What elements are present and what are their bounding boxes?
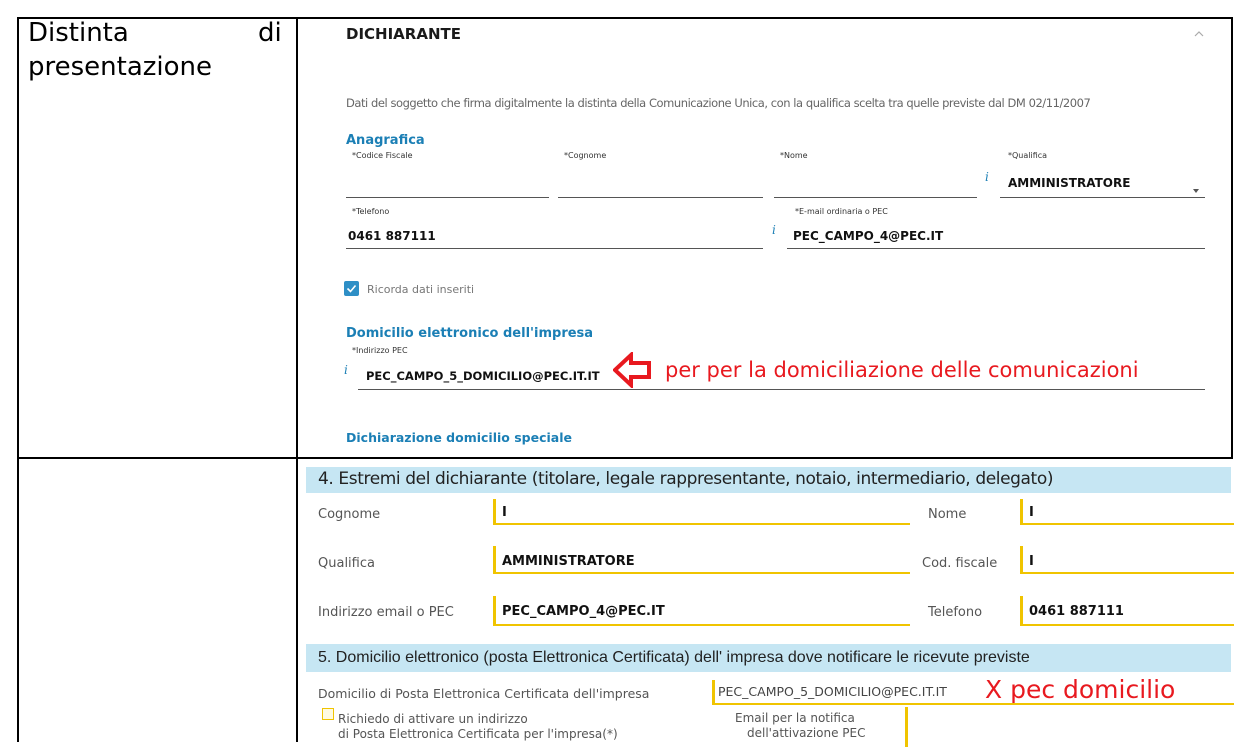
table-border-mid xyxy=(296,17,298,742)
cognome-label: *Cognome xyxy=(564,151,607,160)
annotation-x-pec: X pec domicilio xyxy=(985,675,1176,704)
check-icon xyxy=(346,284,357,293)
richiedo-label-2: di Posta Elettronica Certificata per l'i… xyxy=(338,727,618,741)
table-border-left xyxy=(17,17,19,742)
telefono-label: *Telefono xyxy=(352,207,390,216)
email-label: *E-mail ordinaria o PEC xyxy=(795,207,888,216)
richiedo-label-1: Richiedo di attivare un indirizzo xyxy=(338,712,528,726)
info-icon: i xyxy=(772,223,776,237)
panel-description: Dati del soggetto che firma digitalmente… xyxy=(346,96,1091,110)
nome-label: *Nome xyxy=(780,151,808,160)
codfiscale-form-label: Cod. fiscale xyxy=(922,556,998,571)
ricorda-label: Ricorda dati inseriti xyxy=(367,283,475,296)
notifica-form-field[interactable] xyxy=(905,707,1234,747)
table-row-divider xyxy=(17,457,1233,459)
dropdown-caret-icon[interactable] xyxy=(1192,181,1200,193)
email-form-value: PEC_CAMPO_4@PEC.IT xyxy=(502,604,665,619)
cognome-form-value: I xyxy=(502,505,507,520)
richiedo-checkbox[interactable] xyxy=(322,708,334,720)
notifica-label-2: dell'attivazione PEC xyxy=(747,726,866,740)
left-label-presentazione: presentazione xyxy=(28,52,213,82)
telefono-field xyxy=(346,248,763,249)
anagrafica-heading: Anagrafica xyxy=(346,133,425,148)
codice-fiscale-label: *Codice Fiscale xyxy=(352,151,413,160)
email-value[interactable]: PEC_CAMPO_4@PEC.IT xyxy=(793,229,943,243)
domicilio-form-label: Domicilio di Posta Elettronica Certifica… xyxy=(318,686,650,701)
left-label-distinta: Distinta xyxy=(28,18,129,48)
telefono-value[interactable]: 0461 887111 xyxy=(348,229,436,243)
email-field xyxy=(787,248,1205,249)
cognome-form-label: Cognome xyxy=(318,507,381,522)
arrow-left-icon xyxy=(612,350,653,390)
ricorda-checkbox[interactable] xyxy=(344,281,359,296)
telefono-form-label: Telefono xyxy=(928,605,983,620)
nome-field[interactable] xyxy=(774,197,977,198)
telefono-form-value: 0461 887111 xyxy=(1029,604,1124,619)
qualifica-form-label: Qualifica xyxy=(318,556,375,571)
info-icon: i xyxy=(344,363,348,377)
qualifica-select[interactable]: AMMINISTRATORE xyxy=(1008,176,1130,190)
left-label-di: di xyxy=(258,18,282,48)
email-form-label: Indirizzo email o PEC xyxy=(318,605,454,620)
panel-title: DICHIARANTE xyxy=(346,25,461,43)
qualifica-underline xyxy=(1000,197,1205,198)
domicilio-speciale-heading: Dichiarazione domicilio speciale xyxy=(346,430,572,445)
annotation-red: per per la domiciliazione delle comunica… xyxy=(665,358,1139,382)
codfiscale-form-field[interactable] xyxy=(1020,546,1234,574)
cognome-form-field[interactable] xyxy=(493,499,910,525)
table-border-top xyxy=(17,17,1233,19)
codfiscale-form-value: I xyxy=(1029,554,1034,569)
domicilio-form-value: PEC_CAMPO_5_DOMICILIO@PEC.IT.IT xyxy=(718,684,947,699)
cognome-field[interactable] xyxy=(558,197,763,198)
domicilio-heading: Domicilio elettronico dell'impresa xyxy=(346,326,594,341)
notifica-label-1: Email per la notifica xyxy=(735,711,855,725)
chevron-up-icon[interactable] xyxy=(1192,26,1206,37)
nome-form-field[interactable] xyxy=(1020,499,1234,525)
qualifica-form-value: AMMINISTRATORE xyxy=(502,554,635,569)
qualifica-label: *Qualifica xyxy=(1008,151,1048,160)
nome-form-label: Nome xyxy=(928,507,967,522)
nome-form-value: I xyxy=(1029,505,1034,520)
pec-label: *Indirizzo PEC xyxy=(352,346,408,355)
codice-fiscale-field[interactable] xyxy=(346,197,549,198)
pec-value[interactable]: PEC_CAMPO_5_DOMICILIO@PEC.IT.IT xyxy=(366,369,600,383)
section4-title: 4. Estremi del dichiarante (titolare, le… xyxy=(318,469,1054,489)
section5-title: 5. Domicilio elettronico (posta Elettron… xyxy=(318,649,1030,666)
pec-field xyxy=(358,389,1205,390)
info-icon: i xyxy=(985,170,989,184)
table-border-right xyxy=(1231,17,1233,459)
